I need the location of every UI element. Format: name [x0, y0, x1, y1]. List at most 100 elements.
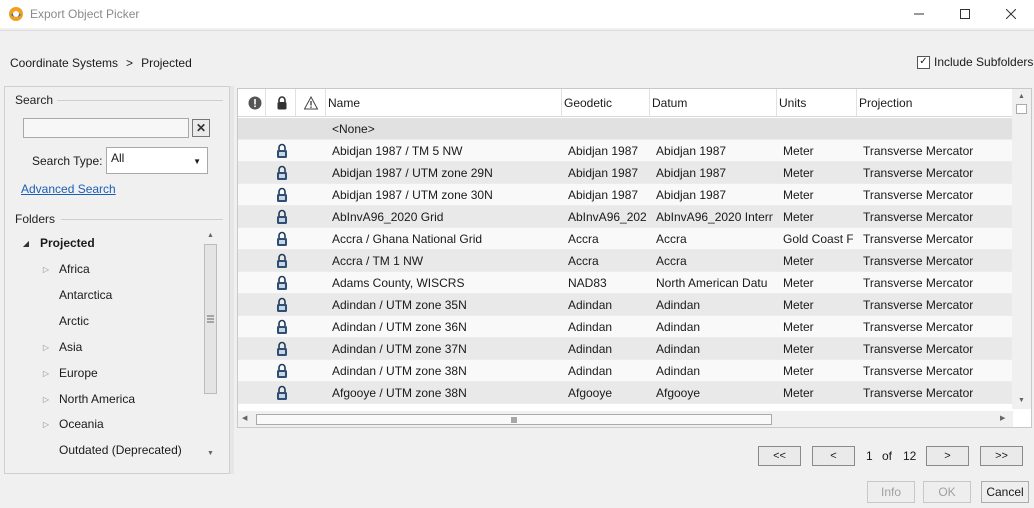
folder-label: North America — [59, 392, 136, 406]
expand-arrow-icon[interactable]: ▷ — [41, 420, 51, 429]
cell-name: Adindan / UTM zone 35N — [332, 298, 467, 312]
folder-label: Outdated (Deprecated) — [59, 443, 182, 457]
table-row[interactable]: AbInvA96_2020 Grid AbInvA96_202 AbInvA96_2… — [238, 206, 1013, 228]
clear-search-button[interactable]: ✕ — [192, 119, 210, 137]
folders-group-divider — [61, 219, 223, 220]
collapse-arrow-icon[interactable]: ◢ — [21, 239, 31, 248]
cell-projection: Transverse Mercator — [863, 144, 974, 158]
table-row[interactable]: Adindan / UTM zone 36N Adindan Adindan Mete… — [238, 316, 1013, 338]
previous-page-button[interactable]: < — [812, 446, 855, 466]
scroll-down-icon[interactable]: ▼ — [207, 450, 214, 457]
cell-units: Meter — [783, 166, 814, 180]
table-row[interactable]: Adindan / UTM zone 35N Adindan Adindan Mete… — [238, 294, 1013, 316]
expand-arrow-icon[interactable]: ▷ — [41, 369, 51, 378]
expand-arrow-icon[interactable]: ▷ — [41, 343, 51, 352]
pane-splitter[interactable] — [230, 86, 234, 474]
search-group-divider — [57, 100, 223, 101]
cell-geodetic: Accra — [568, 232, 599, 246]
table-row[interactable]: Afgooye / UTM zone 38N Afgooye Afgooye Mete… — [238, 382, 1013, 404]
cell-geodetic: Adindan — [568, 320, 613, 334]
folder-label: Projected — [40, 236, 95, 250]
cell-units: Meter — [783, 276, 814, 290]
column-header-name[interactable]: Name — [326, 89, 562, 117]
column-header-warning[interactable] — [296, 89, 326, 117]
last-page-button[interactable]: >> — [980, 446, 1023, 466]
column-header-lock[interactable] — [266, 89, 296, 117]
table-row[interactable]: Adams County, WISCRS NAD83 North American … — [238, 272, 1013, 294]
grid-horizontal-scrollbar[interactable]: ◀ ▶ — [238, 411, 1013, 427]
search-type-label: Search Type: — [32, 154, 103, 168]
column-header-geodetic[interactable]: Geodetic — [562, 89, 650, 117]
folder-tree-scrollbar[interactable]: ▲ ▼ — [204, 230, 218, 460]
cell-units: Meter — [783, 342, 814, 356]
scrollbar-thumb[interactable] — [256, 414, 772, 425]
expand-arrow-icon[interactable]: ▷ — [41, 265, 51, 274]
lock-icon — [277, 253, 287, 268]
cell-units: Meter — [783, 320, 814, 334]
folder-item-europe[interactable]: ▷ Europe — [5, 362, 205, 384]
close-button[interactable] — [988, 0, 1034, 28]
cell-units: Gold Coast F — [783, 232, 853, 246]
column-header-projection[interactable]: Projection — [857, 89, 1013, 117]
include-subfolders-toggle[interactable]: ✓ Include Subfolders — [917, 55, 1033, 69]
scroll-up-icon[interactable]: ▲ — [207, 232, 214, 239]
column-header-info[interactable] — [238, 89, 266, 117]
column-header-label: Datum — [652, 96, 688, 110]
maximize-button[interactable] — [942, 0, 988, 28]
table-row-none[interactable]: <None> — [238, 118, 1013, 140]
lock-icon — [277, 275, 287, 290]
scrollbar-thumb[interactable] — [204, 244, 217, 394]
cell-units: Meter — [783, 298, 814, 312]
folder-label: Oceania — [59, 417, 104, 431]
scrollbar-thumb[interactable] — [1016, 104, 1027, 114]
maximize-icon — [960, 9, 970, 19]
cell-projection: Transverse Mercator — [863, 386, 974, 400]
table-row[interactable]: Abidjan 1987 / TM 5 NW Abidjan 1987 Abidja… — [238, 140, 1013, 162]
column-header-label: Name — [328, 96, 361, 110]
info-button[interactable]: Info — [867, 481, 915, 503]
folder-item-oceania[interactable]: ▷ Oceania — [5, 413, 205, 435]
table-row[interactable]: Abidjan 1987 / UTM zone 29N Abidjan 1987 A… — [238, 162, 1013, 184]
grip-icon — [207, 315, 214, 323]
close-icon — [1006, 9, 1016, 19]
breadcrumb-root[interactable]: Coordinate Systems — [10, 56, 118, 70]
column-header-units[interactable]: Units — [777, 89, 857, 117]
folder-item-asia[interactable]: ▷ Asia — [5, 336, 205, 358]
search-input[interactable] — [23, 118, 189, 138]
scroll-down-icon[interactable]: ▼ — [1018, 397, 1025, 404]
table-row[interactable]: Abidjan 1987 / UTM zone 30N Abidjan 1987 A… — [238, 184, 1013, 206]
table-row[interactable]: Adindan / UTM zone 37N Adindan Adindan Mete… — [238, 338, 1013, 360]
cell-name: Abidjan 1987 / UTM zone 29N — [332, 166, 493, 180]
folder-item-north-america[interactable]: ▷ North America — [5, 388, 205, 410]
folder-item-projected[interactable]: ◢ Projected — [5, 232, 205, 254]
cell-datum: Adindan — [656, 320, 701, 334]
title-bar: Export Object Picker — [0, 0, 1034, 28]
lock-icon — [277, 96, 287, 110]
folder-item-arctic[interactable]: Arctic — [5, 310, 205, 332]
cancel-button[interactable]: Cancel — [981, 481, 1029, 503]
breadcrumb: Coordinate Systems > Projected — [10, 56, 192, 70]
include-subfolders-checkbox[interactable]: ✓ — [917, 55, 930, 69]
scroll-up-icon[interactable]: ▲ — [1018, 93, 1025, 100]
folder-label: Arctic — [59, 314, 89, 328]
expand-arrow-icon[interactable]: ▷ — [41, 395, 51, 404]
breadcrumb-current[interactable]: Projected — [141, 56, 192, 70]
scroll-right-icon[interactable]: ▶ — [1000, 414, 1005, 422]
minimize-button[interactable] — [896, 0, 942, 28]
grid-vertical-scrollbar[interactable]: ▲ ▼ — [1012, 89, 1031, 409]
next-page-button[interactable]: > — [926, 446, 969, 466]
column-header-datum[interactable]: Datum — [650, 89, 777, 117]
table-row[interactable]: Adindan / UTM zone 38N Adindan Adindan Mete… — [238, 360, 1013, 382]
search-type-select[interactable]: All ▼ — [106, 147, 208, 174]
folder-item-africa[interactable]: ▷ Africa — [5, 258, 205, 280]
table-row[interactable]: Accra / TM 1 NW Accra Accra Meter Transverse… — [238, 250, 1013, 272]
lock-icon — [277, 341, 287, 356]
advanced-search-link[interactable]: Advanced Search — [21, 182, 116, 196]
folder-item-outdated[interactable]: Outdated (Deprecated) — [5, 439, 205, 461]
table-row[interactable]: Accra / Ghana National Grid Accra Accra Gol… — [238, 228, 1013, 250]
ok-button[interactable]: OK — [923, 481, 971, 503]
scroll-left-icon[interactable]: ◀ — [242, 414, 247, 422]
folder-item-antarctica[interactable]: Antarctica — [5, 284, 205, 306]
search-type-value: All — [111, 151, 125, 165]
first-page-button[interactable]: << — [758, 446, 801, 466]
